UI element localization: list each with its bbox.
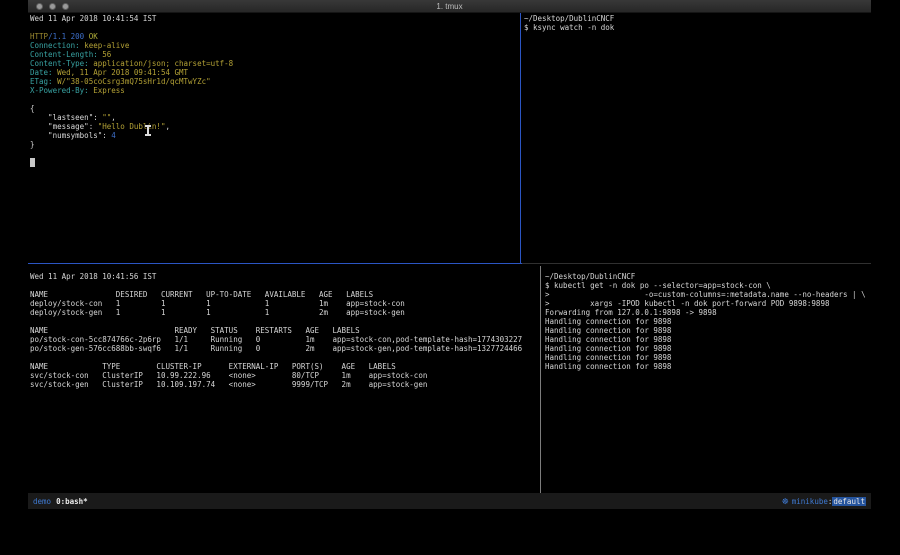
terminal-line: NAME DESIRED CURRENT UP-TO-DATE AVAILABL… bbox=[30, 290, 540, 299]
terminal-line bbox=[30, 23, 520, 32]
terminal-line: Connection: keep-alive bbox=[30, 41, 520, 50]
services-table: NAME TYPE CLUSTER-IP EXTERNAL-IP PORT(S)… bbox=[30, 362, 540, 389]
terminal-line: Handling connection for 9898 bbox=[545, 317, 870, 326]
terminal-line bbox=[30, 95, 520, 104]
terminal-line: Handling connection for 9898 bbox=[545, 362, 870, 371]
terminal-line: Handling connection for 9898 bbox=[545, 353, 870, 362]
terminal-line: > xargs -IPOD kubectl -n dok port-forwar… bbox=[545, 299, 870, 308]
terminal-line: { bbox=[30, 104, 520, 113]
deployments-table: NAME DESIRED CURRENT UP-TO-DATE AVAILABL… bbox=[30, 290, 540, 317]
terminal-line: Date: Wed, 11 Apr 2018 09:41:54 GMT bbox=[30, 68, 520, 77]
terminal-line: "message": "Hello Dublin!", bbox=[30, 122, 520, 131]
pane-port-forward[interactable]: ~/Desktop/DublinCNCF$ kubectl get -n dok… bbox=[545, 272, 870, 491]
terminal-line: Content-Type: application/json; charset=… bbox=[30, 59, 520, 68]
terminal-line: X-Powered-By: Express bbox=[30, 86, 520, 95]
terminal-line: svc/stock-gen ClusterIP 10.109.197.74 <n… bbox=[30, 380, 540, 389]
terminal-window: 1. tmux Wed 11 Apr 2018 10:41:54 IST HTT… bbox=[28, 0, 871, 510]
kube-namespace: default bbox=[832, 497, 866, 506]
tmux-status-bar: demo 0:bash* ☸ minikube : default bbox=[28, 493, 871, 509]
terminal-line: svc/stock-con ClusterIP 10.99.222.96 <no… bbox=[30, 371, 540, 380]
pane-border-vertical-top bbox=[520, 13, 521, 264]
mouse-cursor bbox=[144, 125, 151, 135]
kubernetes-helm-icon: ☸ bbox=[782, 497, 789, 506]
terminal-line: "numsymbols": 4 bbox=[30, 131, 520, 140]
terminal-line: ~/Desktop/DublinCNCF bbox=[524, 14, 870, 23]
terminal-line: po/stock-gen-576cc688bb-swqf6 1/1 Runnin… bbox=[30, 344, 540, 353]
terminal-line: HTTP/1.1 200 OK bbox=[30, 32, 520, 41]
terminal-line: Content-Length: 56 bbox=[30, 50, 520, 59]
session-name: demo bbox=[33, 497, 51, 506]
terminal-line: Wed 11 Apr 2018 10:41:54 IST bbox=[30, 14, 520, 23]
pane-border-vertical-bottom bbox=[540, 266, 541, 493]
terminal-line: Handling connection for 9898 bbox=[545, 326, 870, 335]
terminal-line: "lastseen": "", bbox=[30, 113, 520, 122]
kube-context: minikube bbox=[792, 497, 828, 506]
terminal-line: > -o=custom-columns=:metadata.name --no-… bbox=[545, 290, 870, 299]
pane-border-horizontal-right bbox=[522, 263, 871, 264]
terminal-line: ETag: W/"38-05coCsrg3mQ75sHr1d/qcMTwYZc" bbox=[30, 77, 520, 86]
window-titlebar: 1. tmux bbox=[28, 0, 871, 13]
terminal-line: } bbox=[30, 140, 520, 149]
terminal-line bbox=[30, 158, 520, 167]
pane-http-response[interactable]: Wed 11 Apr 2018 10:41:54 IST HTTP/1.1 20… bbox=[30, 14, 520, 262]
window-title: 1. tmux bbox=[28, 0, 871, 13]
terminal-line: NAME READY STATUS RESTARTS AGE LABELS bbox=[30, 326, 540, 335]
pane-ksync-watch[interactable]: ~/Desktop/DublinCNCF$ ksync watch -n dok bbox=[524, 14, 870, 262]
pane-kubectl-get[interactable]: Wed 11 Apr 2018 10:41:56 IST NAME DESIRE… bbox=[30, 272, 540, 491]
terminal-line: deploy/stock-con 1 1 1 1 1m app=stock-co… bbox=[30, 299, 540, 308]
terminal-line: Handling connection for 9898 bbox=[545, 335, 870, 344]
timestamp: Wed 11 Apr 2018 10:41:56 IST bbox=[30, 272, 540, 281]
window-label-bash[interactable]: 0:bash* bbox=[56, 497, 88, 506]
terminal-line: deploy/stock-gen 1 1 1 1 2m app=stock-ge… bbox=[30, 308, 540, 317]
terminal-line: $ kubectl get -n dok po --selector=app=s… bbox=[545, 281, 870, 290]
kube-context-status: ☸ minikube : default bbox=[782, 497, 866, 506]
terminal-line bbox=[30, 149, 520, 158]
pods-table: NAME READY STATUS RESTARTS AGE LABELSpo/… bbox=[30, 326, 540, 353]
terminal-line: Forwarding from 127.0.0.1:9898 -> 9898 bbox=[545, 308, 870, 317]
status-left: demo 0:bash* bbox=[33, 497, 88, 506]
terminal-line: $ ksync watch -n dok bbox=[524, 23, 870, 32]
terminal-line: po/stock-con-5cc874766c-2p6rp 1/1 Runnin… bbox=[30, 335, 540, 344]
terminal-line: Handling connection for 9898 bbox=[545, 344, 870, 353]
pane-border-horizontal-left bbox=[28, 263, 522, 264]
terminal-line: ~/Desktop/DublinCNCF bbox=[545, 272, 870, 281]
terminal-line: NAME TYPE CLUSTER-IP EXTERNAL-IP PORT(S)… bbox=[30, 362, 540, 371]
